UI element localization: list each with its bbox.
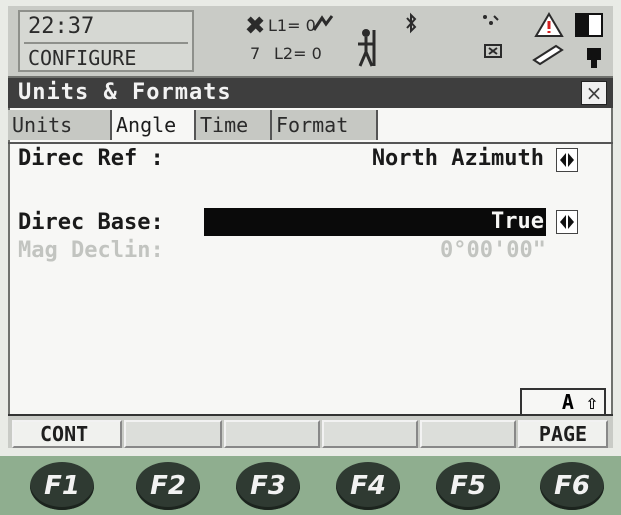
direc-base-value[interactable]: True bbox=[204, 208, 546, 236]
softkey-bar: CONT PAGE bbox=[8, 414, 613, 448]
bluetooth-icon bbox=[404, 12, 418, 38]
direc-base-spinner-icon[interactable] bbox=[556, 210, 578, 234]
function-key-strip: F1 F2 F3 F4 F5 F6 bbox=[0, 456, 621, 515]
mag-declin-label: Mag Declin: bbox=[18, 238, 164, 263]
direc-ref-label: Direc Ref : bbox=[18, 146, 164, 171]
f4-key[interactable]: F4 bbox=[336, 462, 400, 510]
softkey-2[interactable] bbox=[124, 420, 222, 448]
dialog-title-bar: Units & Formats × bbox=[8, 78, 613, 108]
tab-time[interactable]: Time bbox=[196, 110, 272, 140]
tab-bar: Units Angle Time Format bbox=[8, 110, 613, 144]
softkey-4[interactable] bbox=[322, 420, 418, 448]
l2-count: L2= 0 bbox=[274, 44, 322, 63]
input-mode-indicator: A ⇧ bbox=[520, 388, 606, 414]
pen-icon bbox=[530, 42, 566, 70]
direc-ref-value[interactable]: North Azimuth bbox=[300, 146, 544, 171]
dialog-title: Units & Formats bbox=[18, 80, 232, 105]
direc-base-label: Direc Base: bbox=[18, 210, 164, 235]
f5-key[interactable]: F5 bbox=[436, 462, 500, 510]
storage-icon bbox=[584, 46, 604, 74]
tab-units[interactable]: Units bbox=[8, 110, 112, 140]
surveyor-icon bbox=[352, 28, 380, 72]
clock: 22:37 bbox=[28, 14, 95, 39]
signal-icon bbox=[312, 14, 334, 36]
satellite-count: 7 bbox=[250, 44, 261, 63]
mag-declin-value: 0°00'00" bbox=[440, 238, 546, 263]
satellite-icon bbox=[244, 14, 266, 40]
tab-format[interactable]: Format bbox=[272, 110, 378, 140]
close-button[interactable]: × bbox=[581, 81, 607, 105]
tab-angle[interactable]: Angle bbox=[112, 110, 196, 140]
l1-count: L1= 0 bbox=[268, 16, 316, 35]
radio-icon bbox=[480, 12, 502, 34]
cont-button[interactable]: CONT bbox=[12, 420, 122, 448]
f2-key[interactable]: F2 bbox=[136, 462, 200, 510]
softkey-5[interactable] bbox=[420, 420, 516, 448]
battery-icon bbox=[574, 12, 606, 42]
warning-icon bbox=[534, 12, 564, 42]
memory-icon bbox=[482, 42, 504, 64]
direc-ref-spinner-icon[interactable] bbox=[556, 148, 578, 172]
status-bar: 22:37 CONFIGURE L1= 0 7 L2= 0 bbox=[8, 6, 613, 78]
f1-key[interactable]: F1 bbox=[30, 462, 94, 510]
f6-key[interactable]: F6 bbox=[540, 462, 604, 510]
divider bbox=[24, 42, 188, 44]
f3-key[interactable]: F3 bbox=[236, 462, 300, 510]
softkey-3[interactable] bbox=[224, 420, 320, 448]
mode-label: CONFIGURE bbox=[28, 46, 137, 70]
page-button[interactable]: PAGE bbox=[518, 420, 608, 448]
time-mode-box: 22:37 CONFIGURE bbox=[18, 10, 194, 72]
